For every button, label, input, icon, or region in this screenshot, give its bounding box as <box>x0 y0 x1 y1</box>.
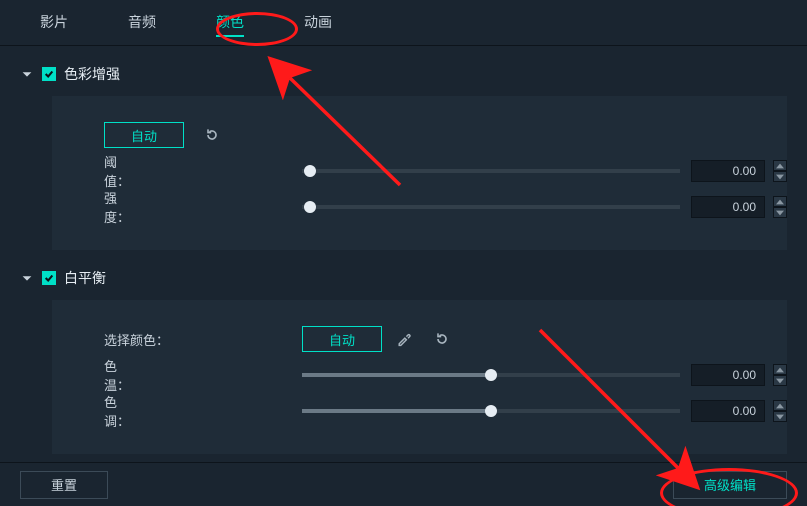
section-white-balance: 白平衡 选择颜色： 自动 色温： 0.00 <box>0 250 807 454</box>
slider-thumb[interactable] <box>485 369 497 381</box>
temperature-slider[interactable] <box>302 373 680 377</box>
spinner-up[interactable] <box>773 364 787 375</box>
chevron-down-icon <box>20 67 34 81</box>
chevron-down-icon <box>20 271 34 285</box>
temperature-label: 色温： <box>52 356 142 394</box>
slider-thumb[interactable] <box>485 405 497 417</box>
spinner-down[interactable] <box>773 375 787 386</box>
temperature-value[interactable]: 0.00 <box>691 364 765 386</box>
spinner-down[interactable] <box>773 171 787 182</box>
strength-slider[interactable] <box>302 205 680 209</box>
temperature-spinner <box>773 364 787 386</box>
reset-button[interactable]: 重置 <box>20 471 108 499</box>
reset-icon[interactable] <box>202 125 222 145</box>
slider-thumb[interactable] <box>304 165 316 177</box>
strength-label: 强度： <box>52 188 142 226</box>
bottom-bar: 重置 高级编辑 <box>0 462 807 506</box>
spinner-up[interactable] <box>773 196 787 207</box>
section-body-white-balance: 选择颜色： 自动 色温： 0.00 色调： <box>52 300 787 454</box>
threshold-label: 阈值： <box>52 152 142 190</box>
section-title: 白平衡 <box>64 268 106 288</box>
tint-slider[interactable] <box>302 409 680 413</box>
checkbox-white-balance[interactable] <box>42 271 56 285</box>
eyedropper-icon[interactable] <box>394 329 414 349</box>
spinner-down[interactable] <box>773 411 787 422</box>
section-title: 色彩增强 <box>64 64 120 84</box>
tab-audio[interactable]: 音频 <box>128 12 156 37</box>
pick-color-label: 选择颜色： <box>52 330 212 349</box>
section-header-white-balance[interactable]: 白平衡 <box>20 268 787 288</box>
auto-button-white-balance[interactable]: 自动 <box>302 326 382 352</box>
spinner-up[interactable] <box>773 160 787 171</box>
tab-video[interactable]: 影片 <box>40 12 68 37</box>
tab-color[interactable]: 颜色 <box>216 12 244 37</box>
section-header-color-enhance[interactable]: 色彩增强 <box>20 64 787 84</box>
advanced-edit-button[interactable]: 高级编辑 <box>673 471 787 499</box>
strength-spinner <box>773 196 787 218</box>
slider-thumb[interactable] <box>304 201 316 213</box>
tint-value[interactable]: 0.00 <box>691 400 765 422</box>
strength-value[interactable]: 0.00 <box>691 196 765 218</box>
auto-button-color-enhance[interactable]: 自动 <box>104 122 184 148</box>
tint-spinner <box>773 400 787 422</box>
tab-animation[interactable]: 动画 <box>304 12 332 37</box>
reset-icon[interactable] <box>432 329 452 349</box>
tint-label: 色调： <box>52 392 142 430</box>
threshold-slider[interactable] <box>302 169 680 173</box>
tab-bar: 影片 音频 颜色 动画 <box>0 0 807 46</box>
threshold-spinner <box>773 160 787 182</box>
checkbox-color-enhance[interactable] <box>42 67 56 81</box>
spinner-down[interactable] <box>773 207 787 218</box>
spinner-up[interactable] <box>773 400 787 411</box>
section-color-enhance: 色彩增强 自动 阈值： 0.00 强度： <box>0 46 807 250</box>
section-body-color-enhance: 自动 阈值： 0.00 强度： 0.00 <box>52 96 787 250</box>
threshold-value[interactable]: 0.00 <box>691 160 765 182</box>
